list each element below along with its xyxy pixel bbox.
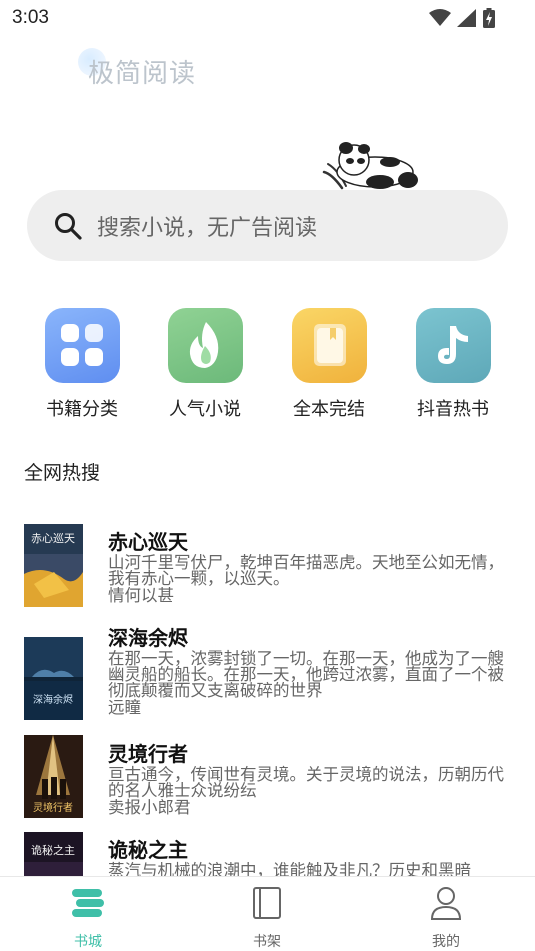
book-cover: 灵境行者 xyxy=(24,735,83,818)
bottom-tab-bar: 书城 书架 我的 xyxy=(0,876,535,951)
search-icon xyxy=(55,212,82,240)
hot-search-section-title: 全网热搜 xyxy=(24,462,101,484)
book-cover-text: 诡秘之主 xyxy=(31,843,75,857)
category-popular-novels[interactable]: 人气小说 xyxy=(155,308,255,421)
category-completed-books[interactable]: 全本完结 xyxy=(279,308,379,421)
book-title: 灵境行者 xyxy=(108,742,188,766)
category-book-classification[interactable]: 书籍分类 xyxy=(32,308,132,421)
category-label: 抖音热书 xyxy=(417,399,489,420)
app-logo: 极简阅读 xyxy=(78,48,218,89)
tab-bookshelf[interactable]: 书架 xyxy=(217,877,317,951)
tab-profile[interactable]: 我的 xyxy=(396,877,496,951)
bookstore-icon xyxy=(72,889,104,917)
tiktok-icon xyxy=(415,308,491,383)
book-title: 赤心巡天 xyxy=(108,530,188,554)
book-cover: 深海余烬 xyxy=(24,637,83,720)
grid-icon xyxy=(44,308,120,383)
tab-label: 我的 xyxy=(432,934,460,950)
category-label: 人气小说 xyxy=(169,399,241,420)
bookshelf-icon xyxy=(253,887,281,919)
tab-label: 书城 xyxy=(74,934,102,950)
status-bar: 3:03 xyxy=(0,0,535,36)
cellular-signal-icon xyxy=(457,9,476,27)
tab-bookstore[interactable]: 书城 xyxy=(38,877,138,951)
book-author: 卖报小郎君 xyxy=(108,798,191,817)
flame-icon xyxy=(167,308,243,383)
book-item[interactable]: 诡秘之主 诡秘之主 蒸汽与机械的浪潮中，谁能触及非凡？历史和黑暗 xyxy=(24,828,514,876)
category-row: 书籍分类 人气小说 全本完结 抖音热书 xyxy=(0,308,535,421)
book-cover-text: 灵境行者 xyxy=(33,801,73,814)
book-description-text: 蒸汽与机械的浪潮中，谁能触及非凡？历史和黑暗 xyxy=(108,861,471,876)
book-icon xyxy=(291,308,367,383)
book-title: 深海余烬 xyxy=(108,626,188,650)
book-description-text: 山河千里写伏尸，乾坤百年描恶虎。天地至公如无情，我有赤心一颗，以巡天。 xyxy=(108,553,504,588)
book-cover-text: 赤心巡天 xyxy=(31,532,75,545)
category-label: 全本完结 xyxy=(293,399,365,420)
book-item[interactable]: 深海余烬 深海余烬 在那一天，浓雾封锁了一切。在那一天，他成为了一艘幽灵船的船长… xyxy=(24,616,514,720)
logo-text: 极简阅读 xyxy=(88,59,197,89)
book-description: 在那一天，浓雾封锁了一切。在那一天，他成为了一艘幽灵船的船长。在那一天，他跨过浓… xyxy=(108,649,508,717)
book-item[interactable]: 灵境行者 灵境行者 亘古通今，传闻世有灵境。关于灵境的说法，历朝历代的名人雅士众… xyxy=(24,732,514,836)
tab-label: 书架 xyxy=(253,934,281,950)
book-description-text: 在那一天，浓雾封锁了一切。在那一天，他成为了一艘幽灵船的船长。在那一天，他跨过浓… xyxy=(108,649,504,700)
wifi-icon xyxy=(429,9,451,26)
book-cover: 诡秘之主 xyxy=(24,832,83,876)
search-placeholder: 搜索小说，无广告阅读 xyxy=(97,215,318,241)
battery-charging-icon xyxy=(483,8,495,28)
panda-illustration-icon xyxy=(322,142,418,190)
book-description-text: 亘古通今，传闻世有灵境。关于灵境的说法，历朝历代的名人雅士众说纷纭 xyxy=(108,765,504,800)
search-bar[interactable]: 搜索小说，无广告阅读 xyxy=(27,190,508,261)
book-cover-text: 深海余烬 xyxy=(33,693,73,706)
hot-book-list: 赤心巡天 赤心巡天 山河千里写伏尸，乾坤百年描恶虎。天地至公如无情，我有赤心一颗… xyxy=(0,520,535,876)
book-description: 蒸汽与机械的浪潮中，谁能触及非凡？历史和黑暗 xyxy=(108,861,508,876)
book-author: 远瞳 xyxy=(108,698,141,717)
status-time: 3:03 xyxy=(12,7,49,28)
book-title: 诡秘之主 xyxy=(108,838,188,862)
profile-icon xyxy=(430,887,462,920)
book-description: 亘古通今，传闻世有灵境。关于灵境的说法，历朝历代的名人雅士众说纷纭 卖报小郎君 xyxy=(108,765,508,817)
category-tiktok-hot-books[interactable]: 抖音热书 xyxy=(403,308,503,421)
book-item[interactable]: 赤心巡天 赤心巡天 山河千里写伏尸，乾坤百年描恶虎。天地至公如无情，我有赤心一颗… xyxy=(24,520,514,616)
book-cover: 赤心巡天 xyxy=(24,524,83,607)
book-author: 情何以甚 xyxy=(108,586,174,605)
book-description: 山河千里写伏尸，乾坤百年描恶虎。天地至公如无情，我有赤心一颗，以巡天。 情何以甚 xyxy=(108,553,508,605)
status-icons xyxy=(429,8,495,28)
category-label: 书籍分类 xyxy=(46,399,118,420)
